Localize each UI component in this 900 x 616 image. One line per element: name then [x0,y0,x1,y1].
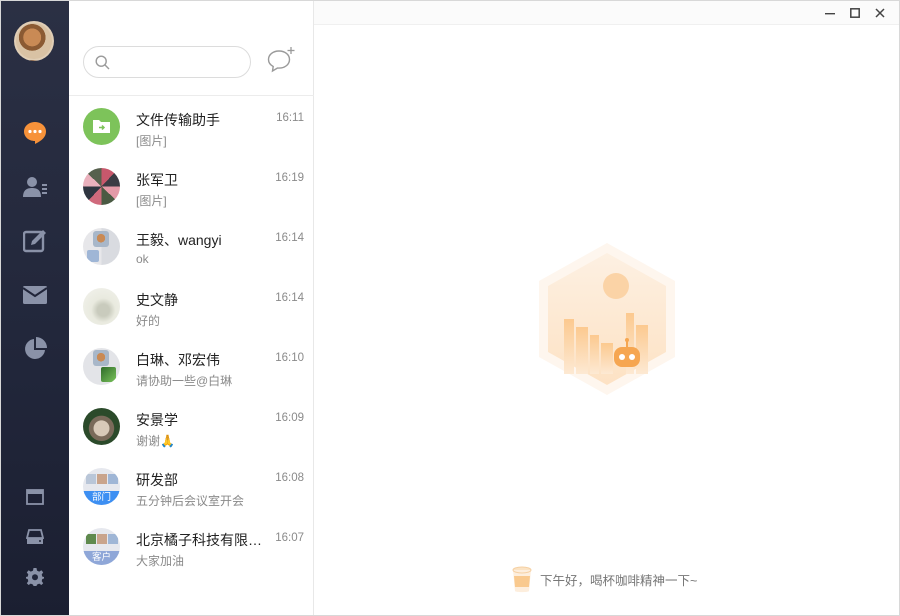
close-icon [875,8,885,18]
maximize-button[interactable] [844,4,866,22]
chat-main: 下午好，喝杯咖啡精神一下~ [314,1,899,615]
conversation-time: 16:10 [275,352,304,364]
coffee-cup-icon [512,566,532,593]
greeting-text: 下午好，喝杯咖啡精神一下~ [540,573,698,588]
conversation-preview: ok [136,252,149,266]
maximize-icon [850,8,860,18]
close-button[interactable] [869,4,891,22]
conversation-time: 16:08 [275,472,304,484]
nav-drive[interactable] [1,517,69,557]
gear-icon [26,568,44,586]
avatar [83,408,120,445]
conversation-preview: 大家加油 [136,554,185,568]
nav-messages[interactable] [1,113,69,153]
conversation-item[interactable]: 张军卫 16:19 [图片] [69,157,314,217]
conversation-time: 16:09 [275,412,304,424]
conversation-item[interactable]: 文件传输助手 16:11 [图片] [69,97,314,157]
list-divider [69,95,314,96]
group-tag: 客户 [83,551,120,565]
window-icon [26,489,44,505]
drive-icon [26,529,44,544]
avatar [83,288,120,325]
avatar: 部门 [83,468,120,505]
nav-contacts[interactable] [1,167,69,207]
conversation-item[interactable]: 白琳、邓宏伟 16:10 请协助一些@白琳 [69,337,314,397]
conversation-preview: [图片] [136,194,167,208]
conversation-time: 16:19 [275,172,304,184]
nav-mail[interactable] [1,275,69,315]
avatar [83,228,120,265]
avatar [83,348,120,385]
conversation-item[interactable]: 王毅、wangyi 16:14 ok [69,217,314,277]
conversation-item[interactable]: 部门 研发部 16:08 五分钟后会议室开会 [69,457,314,517]
conversation-name: 王毅、wangyi [136,232,222,248]
new-chat-button[interactable] [266,45,298,77]
conversation-name: 研发部 [136,472,178,488]
conversation-name: 张军卫 [136,172,178,188]
empty-state-illustration [539,243,675,395]
nav-stats[interactable] [1,329,69,369]
folder-icon [93,120,110,133]
app-window: 文件传输助手 16:11 [图片] 张军卫 16:19 [图片] 王毅、wang… [0,0,900,616]
conversation-item[interactable]: 史文静 16:14 好的 [69,277,314,337]
avatar: 客户 [83,528,120,565]
contacts-icon [23,177,47,197]
conversation-preview: 请协助一些@白琳 [136,374,233,388]
conversation-panel: 文件传输助手 16:11 [图片] 张军卫 16:19 [图片] 王毅、wang… [69,1,314,615]
search-box[interactable] [83,46,251,78]
conversation-item[interactable]: 安景学 16:09 谢谢🙏 [69,397,314,457]
user-avatar[interactable] [14,21,54,61]
conversation-name: 安景学 [136,412,178,428]
conversation-preview: [图片] [136,134,167,148]
conversation-time: 16:07 [275,532,304,544]
conversation-time: 16:11 [276,112,304,124]
conversation-time: 16:14 [275,292,304,304]
title-bar [314,1,899,25]
group-tag: 部门 [83,491,120,505]
search-input[interactable] [114,52,244,72]
avatar [83,168,120,205]
conversation-name: 北京橘子科技有限公司 [136,532,274,548]
avatar [83,108,120,145]
new-chat-icon [267,47,295,73]
pie-chart-icon [25,337,47,359]
edit-note-icon [23,230,46,253]
conversation-item[interactable]: 客户 北京橘子科技有限公司 16:07 大家加油 [69,517,314,577]
greeting: 下午好，喝杯咖啡精神一下~ [510,563,697,595]
conversation-preview: 谢谢🙏 [136,434,175,448]
conversation-name: 文件传输助手 [136,112,220,128]
conversation-preview: 五分钟后会议室开会 [136,494,245,508]
conversation-time: 16:14 [275,232,304,244]
minimize-icon [825,13,835,15]
mail-icon [22,286,48,304]
conversation-name: 史文静 [136,292,178,308]
nav-rail [1,1,69,615]
nav-notes[interactable] [1,221,69,261]
chat-bubble-icon [24,122,46,144]
nav-settings[interactable] [1,557,69,597]
search-icon [95,55,110,70]
nav-window[interactable] [1,477,69,517]
minimize-button[interactable] [819,4,841,22]
conversation-name: 白琳、邓宏伟 [136,352,220,368]
conversation-preview: 好的 [136,314,161,328]
